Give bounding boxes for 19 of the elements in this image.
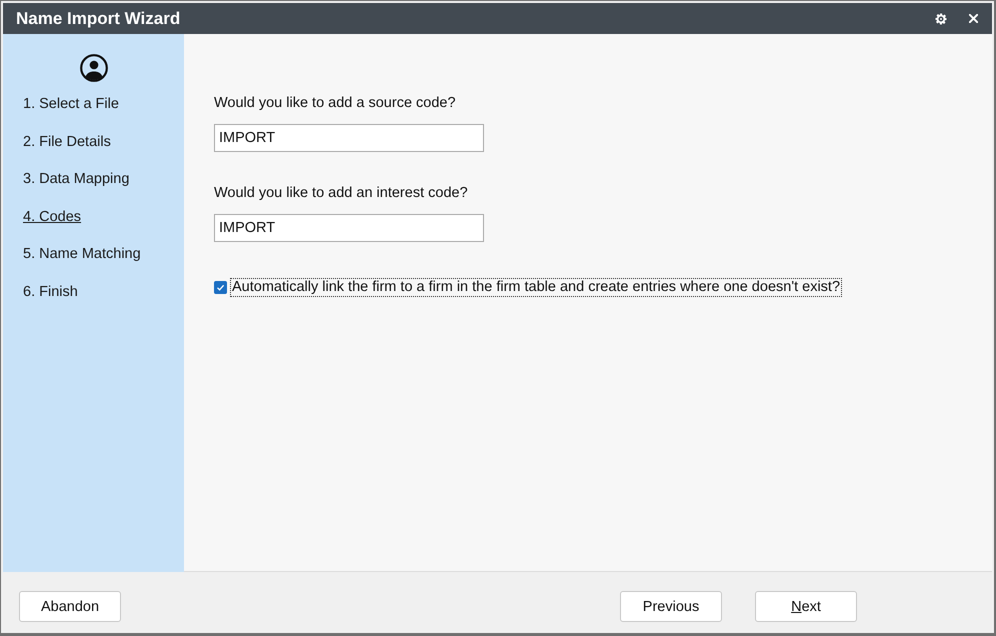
wizard-step[interactable]: 1. Select a File xyxy=(23,96,119,114)
input-field[interactable]: IMPORT xyxy=(214,214,484,242)
user-icon xyxy=(80,54,108,82)
settings-icon[interactable] xyxy=(935,12,947,24)
input-field[interactable]: IMPORT xyxy=(214,124,484,152)
field-label: Would you like to add an interest code? xyxy=(214,185,468,202)
close-icon[interactable] xyxy=(969,14,978,23)
wizard-step[interactable]: 3. Data Mapping xyxy=(23,171,130,188)
wizard-step[interactable]: 5. Name Matching xyxy=(23,246,141,264)
checkbox[interactable] xyxy=(214,281,227,294)
wizard-step[interactable]: 6. Finish xyxy=(23,284,78,301)
checkbox-label[interactable]: Automatically link the firm to a firm in the firm table and create entries where one doesn't exist? xyxy=(230,278,842,297)
field-label: Would you like to add a source code? xyxy=(214,95,456,112)
wizard-step[interactable]: 2. File Details xyxy=(23,134,111,151)
previous-button[interactable]: Previous xyxy=(620,591,722,622)
wizard-step[interactable]: 4. Codes xyxy=(23,208,82,226)
window-title: Name Import Wizard xyxy=(16,8,180,28)
next-button[interactable]: Next xyxy=(755,591,857,622)
abandon-button[interactable]: Abandon xyxy=(19,591,121,622)
